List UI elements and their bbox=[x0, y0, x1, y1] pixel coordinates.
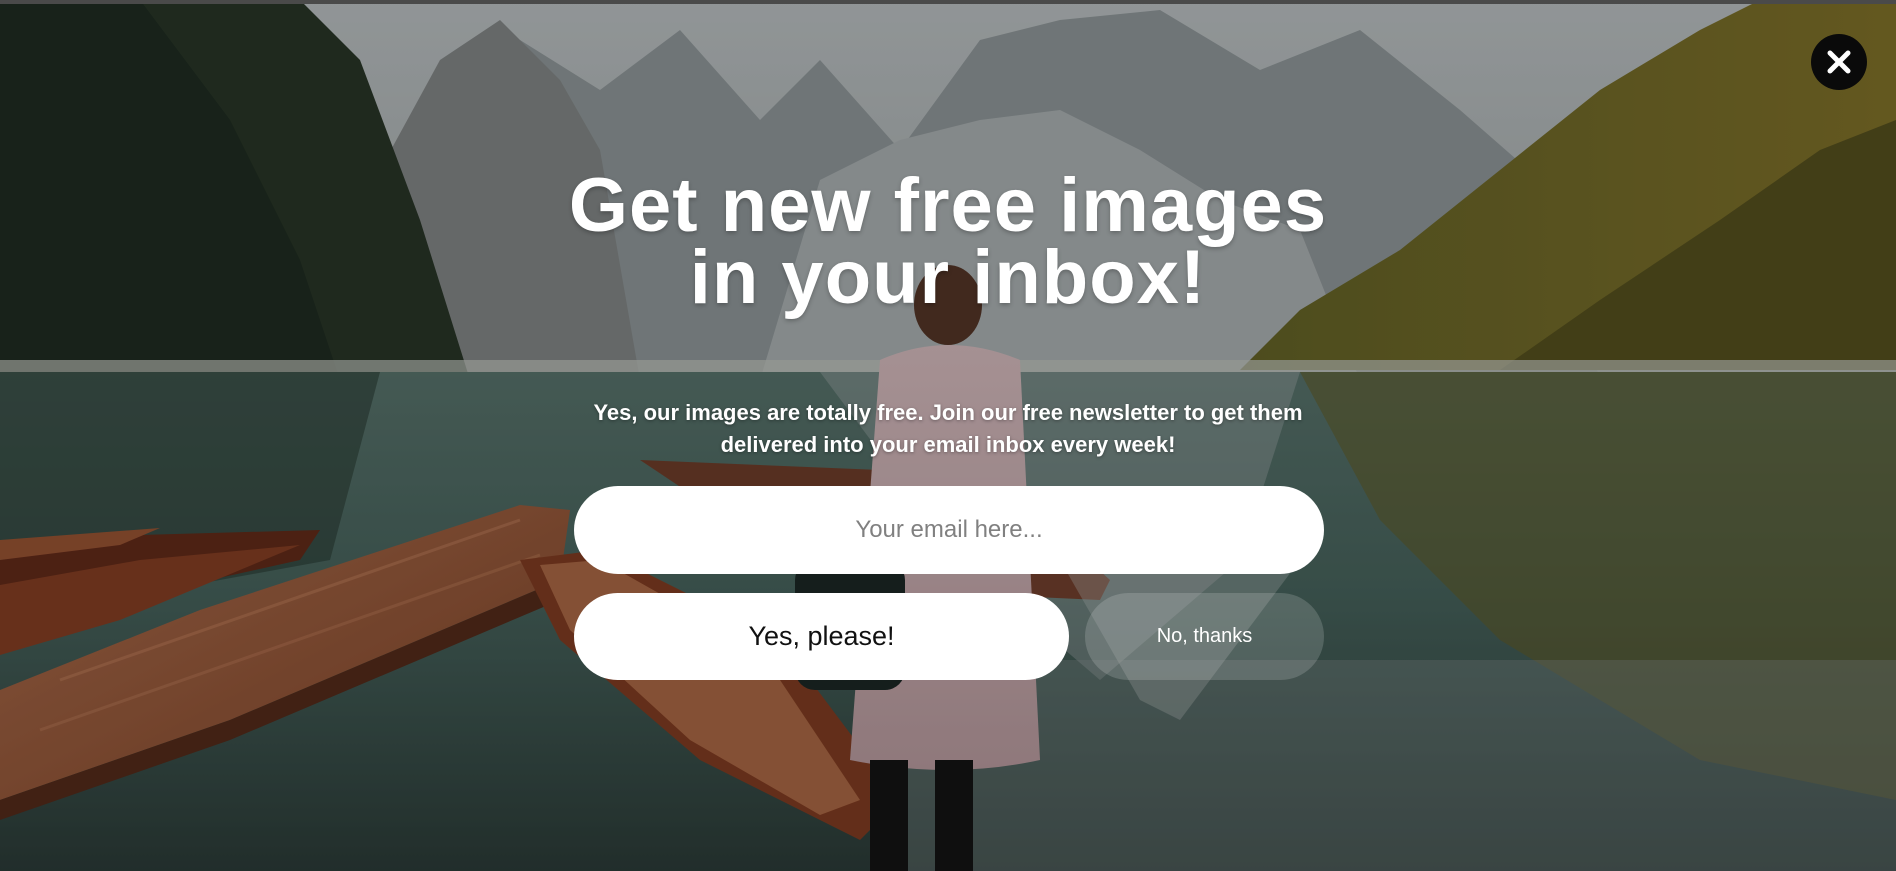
newsletter-popup-page: Get new free images in your inbox! Yes, … bbox=[0, 0, 1896, 871]
popup-subtext: Yes, our images are totally free. Join o… bbox=[593, 400, 1303, 457]
close-icon bbox=[1827, 50, 1851, 74]
popup-headline: Get new free images in your inbox! bbox=[568, 163, 1328, 320]
close-button[interactable] bbox=[1811, 34, 1867, 90]
newsletter-popup: Get new free images in your inbox! Yes, … bbox=[0, 0, 1896, 871]
yes-please-button[interactable]: Yes, please! bbox=[574, 593, 1069, 680]
top-border bbox=[0, 0, 1896, 4]
email-input[interactable] bbox=[574, 486, 1324, 574]
no-thanks-button[interactable]: No, thanks bbox=[1085, 593, 1324, 680]
